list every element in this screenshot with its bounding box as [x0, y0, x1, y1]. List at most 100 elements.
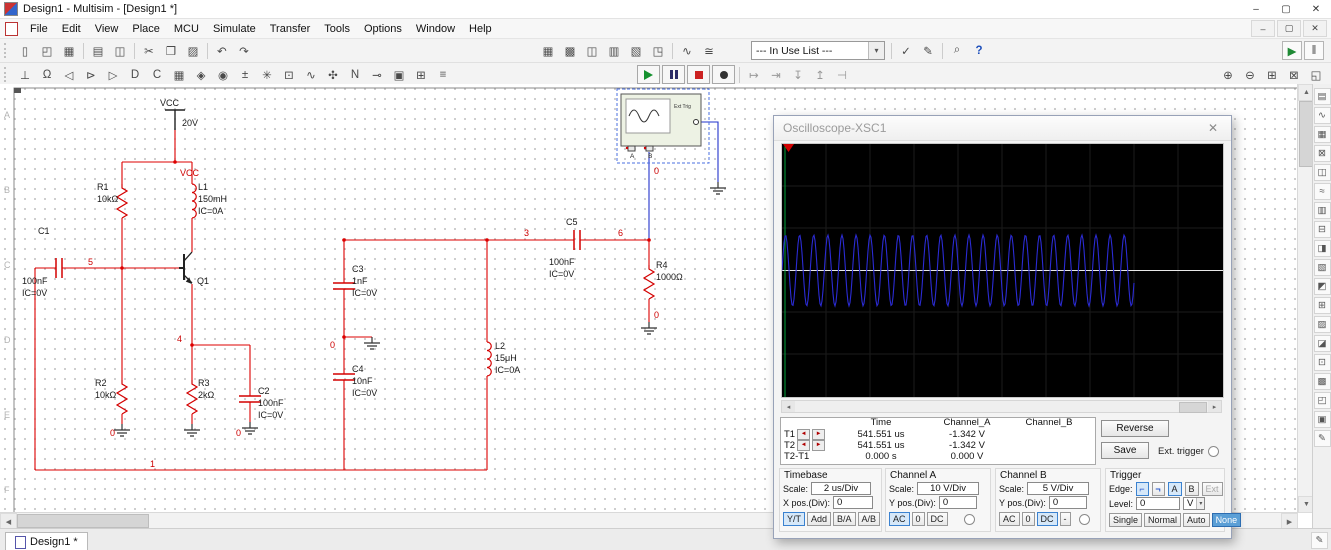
vertical-scroll-thumb[interactable] [1299, 101, 1313, 167]
scope-scroll-thumb[interactable] [1179, 402, 1207, 413]
step-out-icon[interactable]: ↥ [810, 65, 830, 84]
cmos-icon[interactable]: C [147, 65, 167, 84]
menu-file[interactable]: File [23, 21, 55, 37]
electromech-icon[interactable]: ✣ [323, 65, 343, 84]
cut-icon[interactable]: ✂ [139, 41, 159, 60]
redo-icon[interactable]: ↷ [234, 41, 254, 60]
wizard-icon[interactable]: ✎ [918, 41, 938, 60]
inductor-l1[interactable]: L1 150mH IC=0A [191, 182, 227, 219]
open-icon[interactable]: ◰ [37, 41, 57, 60]
vcc-power-symbol[interactable]: VCC 20V [160, 98, 198, 130]
timebase-scale-field[interactable]: 2 us/Div [811, 482, 872, 495]
run-button[interactable] [637, 65, 660, 84]
frequency-counter-icon[interactable]: ▥ [1313, 202, 1331, 219]
menu-options[interactable]: Options [357, 21, 409, 37]
oscilloscope-window[interactable]: Oscilloscope-XSC1 ✕ ◂ ▸ Time Channel_A C… [773, 115, 1242, 539]
print-preview-icon[interactable]: ◫ [110, 41, 130, 60]
scope-scrollbar[interactable]: ◂ ▸ [781, 400, 1222, 413]
bus-icon[interactable]: ≡ [433, 65, 453, 84]
diode-icon[interactable]: ◁ [59, 65, 79, 84]
quick-run-icon[interactable]: ▶ [1282, 41, 1302, 60]
channel-a-zero-button[interactable]: 0 [911, 512, 925, 526]
menu-view[interactable]: View [88, 21, 126, 37]
zoom-out-icon[interactable]: ⊖ [1240, 65, 1260, 84]
inductor-l2[interactable]: L2 15μH IC=0A [486, 341, 520, 377]
scope-2-icon[interactable]: ◰ [1313, 392, 1331, 409]
zoom-in-icon[interactable]: ⊕ [1218, 65, 1238, 84]
menu-simulate[interactable]: Simulate [206, 21, 263, 37]
ext-trigger-radio[interactable] [1207, 446, 1219, 457]
rf-icon[interactable]: ∿ [301, 65, 321, 84]
print-icon[interactable]: ▤ [88, 41, 108, 60]
in-use-list-dropdown[interactable]: --- In Use List --- ▾ [751, 41, 885, 60]
toggle-page-bounds-icon[interactable]: ◫ [582, 41, 602, 60]
new-icon[interactable]: ▯ [15, 41, 35, 60]
add-button[interactable]: Add [807, 512, 832, 526]
menu-place[interactable]: Place [125, 21, 167, 37]
source-icon[interactable]: ⊥ [15, 65, 35, 84]
word-generator-icon[interactable]: ⊟ [1313, 221, 1331, 238]
connector-icon[interactable]: ⊸ [367, 65, 387, 84]
misc-digital-icon[interactable]: ▦ [169, 65, 189, 84]
transistor-icon[interactable]: ⊳ [81, 65, 101, 84]
oscilloscope-title-bar[interactable]: Oscilloscope-XSC1 ✕ [774, 116, 1231, 141]
menu-edit[interactable]: Edit [55, 21, 88, 37]
scope-scroll-left-icon[interactable]: ◂ [782, 401, 795, 412]
stop-button[interactable] [687, 65, 710, 84]
mdi-close-button[interactable]: ✕ [1303, 20, 1327, 37]
logic-converter-icon[interactable]: ▧ [1313, 259, 1331, 276]
document-icon[interactable] [5, 21, 18, 36]
help-icon[interactable]: ? [969, 41, 989, 60]
ni-component-icon[interactable]: N [345, 65, 365, 84]
channel-b-scale-field[interactable]: 5 V/Div [1027, 482, 1090, 495]
horizontal-scroll-thumb[interactable] [17, 514, 149, 528]
fullscreen-icon[interactable]: ◳ [648, 41, 668, 60]
channel-a-ypos-field[interactable]: 0 [938, 496, 977, 509]
menu-tools[interactable]: Tools [317, 21, 357, 37]
oscilloscope-component[interactable]: Ext Trig A B [616, 88, 710, 164]
basic-icon[interactable]: Ω [37, 65, 57, 84]
channel-b-dc-button[interactable]: DC [1036, 512, 1058, 526]
channel-b-minus-button[interactable]: - [1059, 512, 1071, 526]
menu-transfer[interactable]: Transfer [263, 21, 318, 37]
channel-b-ac-button[interactable]: AC [999, 512, 1020, 526]
transistor-q1[interactable]: Q1 [179, 251, 209, 286]
erc-icon[interactable]: ✓ [896, 41, 916, 60]
zoom-fit-icon[interactable]: ⊠ [1284, 65, 1304, 84]
record-button[interactable] [712, 65, 735, 84]
trigger-normal-button[interactable]: Normal [1144, 513, 1182, 527]
t2-right-button[interactable]: ► [812, 440, 826, 451]
capacitor-c3[interactable]: C3 1nF IC=0V [333, 264, 377, 298]
spectrum-analyzer-icon[interactable]: ▨ [1313, 316, 1331, 333]
t2-left-button[interactable]: ◄ [797, 440, 811, 451]
yt-button[interactable]: Y/T [783, 512, 806, 526]
close-button[interactable]: ✕ [1301, 0, 1331, 18]
channel-b-radio[interactable] [1078, 514, 1090, 525]
pause-button[interactable] [662, 65, 685, 84]
scope-scroll-right-icon[interactable]: ▸ [1208, 401, 1221, 412]
menu-mcu[interactable]: MCU [167, 21, 206, 37]
trigger-unit-dropdown[interactable]: V ▾ [1183, 497, 1206, 510]
chevron-down-icon[interactable]: ▾ [868, 42, 884, 59]
power-icon[interactable]: ± [235, 65, 255, 84]
minimize-button[interactable]: – [1241, 0, 1271, 18]
toggle-grid-icon[interactable]: ▦ [538, 41, 558, 60]
resistor-r3[interactable]: R3 2kΩ [185, 378, 215, 415]
toggle-border-icon[interactable]: ▩ [560, 41, 580, 60]
function-generator-icon[interactable]: ∿ [1313, 107, 1331, 124]
paste-icon[interactable]: ▨ [183, 41, 203, 60]
copy-icon[interactable]: ❐ [161, 41, 181, 60]
toolbar-grip[interactable] [4, 67, 10, 82]
mcu-icon[interactable]: ▣ [389, 65, 409, 84]
t1-right-button[interactable]: ► [812, 429, 826, 440]
ttl-icon[interactable]: D [125, 65, 145, 84]
channel-a-dc-button[interactable]: DC [926, 512, 948, 526]
trigger-auto-button[interactable]: Auto [1183, 513, 1210, 527]
trigger-single-button[interactable]: Single [1109, 513, 1143, 527]
trigger-none-button[interactable]: None [1211, 513, 1242, 527]
pause-next-icon[interactable]: ↦ [744, 65, 764, 84]
trigger-ext-button[interactable]: Ext [1201, 482, 1223, 496]
zoom-select-icon[interactable]: ▧ [626, 41, 646, 60]
distortion-analyzer-icon[interactable]: ⊞ [1313, 297, 1331, 314]
canvas-vertical-scrollbar[interactable]: ▲ ▼ [1297, 84, 1315, 513]
